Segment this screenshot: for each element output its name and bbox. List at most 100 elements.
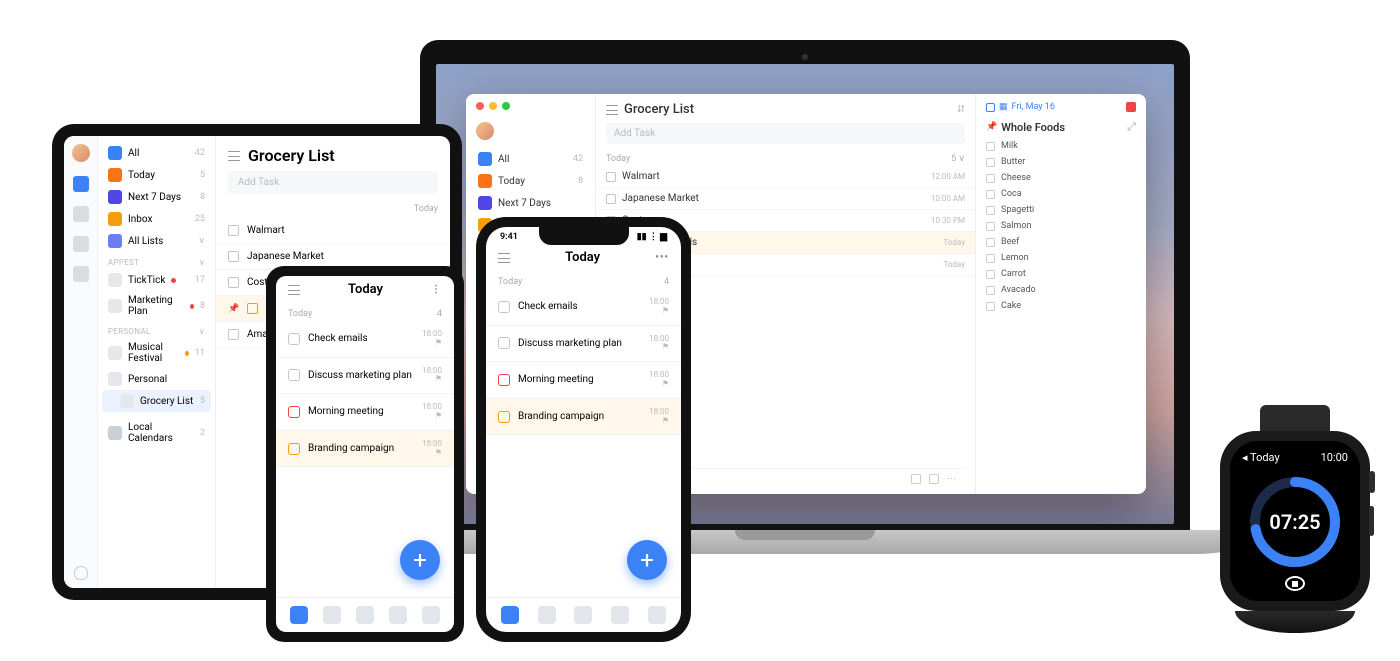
subtask-row[interactable]: Beef bbox=[986, 234, 1136, 250]
stop-button[interactable] bbox=[1285, 576, 1305, 591]
task-row[interactable]: Morning meeting 18:00⚑ bbox=[486, 362, 681, 399]
checkbox[interactable] bbox=[986, 174, 995, 183]
sidebar-item-next-7-days[interactable]: Next 7 Days bbox=[472, 192, 589, 214]
section-header[interactable]: Today 4 bbox=[276, 303, 454, 321]
search-tab-icon[interactable] bbox=[73, 266, 89, 282]
sidebar-item-today[interactable]: Today 5 bbox=[102, 164, 211, 186]
subtask-row[interactable]: Butter bbox=[986, 154, 1136, 170]
task-row[interactable]: Walmart bbox=[216, 218, 450, 244]
checkbox[interactable] bbox=[498, 411, 510, 423]
tab-pomo-icon[interactable] bbox=[356, 606, 374, 624]
checkbox[interactable] bbox=[288, 333, 300, 345]
checkbox[interactable] bbox=[498, 374, 510, 386]
digital-crown[interactable] bbox=[1369, 471, 1375, 493]
avatar[interactable] bbox=[72, 144, 90, 162]
menu-icon[interactable] bbox=[498, 253, 510, 263]
checkbox[interactable] bbox=[986, 286, 995, 295]
task-row[interactable]: Japanese Market 10:00 AM bbox=[596, 188, 975, 210]
add-task-input[interactable]: Add Task bbox=[606, 123, 965, 144]
sidebar-item-all-lists[interactable]: All Lists ∨ bbox=[102, 230, 211, 252]
menu-icon[interactable] bbox=[288, 285, 300, 295]
task-row[interactable]: Morning meeting 18:00⚑ bbox=[276, 394, 454, 431]
sidebar-item-marketing-plan[interactable]: Marketing Plan 8 bbox=[102, 291, 211, 321]
checkbox[interactable] bbox=[986, 222, 995, 231]
checkbox[interactable] bbox=[247, 303, 258, 314]
subtask-row[interactable]: Carrot bbox=[986, 266, 1136, 282]
task-row[interactable]: Check emails 18:00⚑ bbox=[276, 321, 454, 358]
checkbox[interactable] bbox=[228, 277, 239, 288]
task-row[interactable]: Discuss marketing plan 18:00⚑ bbox=[486, 326, 681, 363]
avatar[interactable] bbox=[476, 122, 494, 140]
more-icon[interactable]: ⋯ bbox=[947, 474, 956, 484]
sidebar-item-personal[interactable]: Personal bbox=[102, 368, 211, 390]
tab-habit-icon[interactable] bbox=[611, 606, 629, 624]
tab-pomo-icon[interactable] bbox=[574, 606, 592, 624]
close-icon[interactable] bbox=[476, 102, 484, 110]
subtask-row[interactable]: Milk bbox=[986, 138, 1136, 154]
detail-date[interactable]: ▦ Fri, May 16 bbox=[986, 102, 1136, 112]
checkbox[interactable] bbox=[986, 206, 995, 215]
checkbox[interactable] bbox=[986, 270, 995, 279]
tab-habit-icon[interactable] bbox=[389, 606, 407, 624]
task-row[interactable]: Branding campaign 18:00⚑ bbox=[276, 431, 454, 468]
checkbox[interactable] bbox=[986, 254, 995, 263]
priority-flag-icon[interactable] bbox=[1126, 102, 1136, 112]
sidebar-item-calendars[interactable]: Local Calendars 2 bbox=[102, 418, 211, 448]
checkbox[interactable] bbox=[288, 443, 300, 455]
menu-icon[interactable] bbox=[606, 105, 618, 115]
expand-icon[interactable]: ⤢ bbox=[1127, 120, 1136, 134]
sort-icon[interactable]: ⮃ bbox=[957, 104, 965, 115]
add-task-input[interactable]: Add Task bbox=[228, 171, 438, 194]
tab-calendar-icon[interactable] bbox=[538, 606, 556, 624]
habit-tab-icon[interactable] bbox=[73, 236, 89, 252]
checkbox[interactable] bbox=[606, 194, 616, 204]
minimize-icon[interactable] bbox=[489, 102, 497, 110]
back-button[interactable]: ◂ Today bbox=[1242, 451, 1280, 464]
task-row[interactable]: Walmart 12:00 AM bbox=[596, 166, 975, 188]
checkbox[interactable] bbox=[986, 302, 995, 311]
calendar-tab-icon[interactable] bbox=[73, 206, 89, 222]
sidebar-item-grocery-list[interactable]: Grocery List 5 bbox=[102, 390, 211, 412]
sidebar-item-all[interactable]: All 42 bbox=[472, 148, 589, 170]
subtask-row[interactable]: Cake bbox=[986, 298, 1136, 314]
tasks-tab-icon[interactable] bbox=[73, 176, 89, 192]
subtask-row[interactable]: Salmon bbox=[986, 218, 1136, 234]
more-icon[interactable]: ⋮ bbox=[431, 284, 442, 295]
sidebar-item-inbox[interactable]: Inbox 25 bbox=[102, 208, 211, 230]
subtask-row[interactable]: Coca bbox=[986, 186, 1136, 202]
checkbox[interactable] bbox=[986, 158, 995, 167]
subtask-row[interactable]: Cheese bbox=[986, 170, 1136, 186]
checkbox[interactable] bbox=[288, 369, 300, 381]
tab-tasks-icon[interactable] bbox=[501, 606, 519, 624]
checkbox[interactable] bbox=[606, 172, 616, 182]
tab-settings-icon[interactable] bbox=[422, 606, 440, 624]
sidebar-item-all[interactable]: All 42 bbox=[102, 142, 211, 164]
sidebar-item-musical-festival[interactable]: Musical Festival 11 bbox=[102, 338, 211, 368]
sidebar-item-today[interactable]: Today 8 bbox=[472, 170, 589, 192]
tab-tasks-icon[interactable] bbox=[290, 606, 308, 624]
subtask-row[interactable]: Lemon bbox=[986, 250, 1136, 266]
group-label[interactable]: Personal ∨ bbox=[102, 321, 211, 338]
task-row[interactable]: Branding campaign 18:00⚑ bbox=[486, 399, 681, 436]
sidebar-item-ticktick[interactable]: TickTick 17 bbox=[102, 269, 211, 291]
task-row[interactable]: Discuss marketing plan 18:00⚑ bbox=[276, 358, 454, 395]
group-label[interactable]: APPEST ∨ bbox=[102, 252, 211, 269]
share-icon[interactable] bbox=[929, 474, 939, 484]
subtask-row[interactable]: Avacado bbox=[986, 282, 1136, 298]
checkbox[interactable] bbox=[986, 190, 995, 199]
menu-icon[interactable] bbox=[228, 151, 240, 161]
add-task-fab[interactable]: + bbox=[627, 540, 667, 580]
checkbox[interactable] bbox=[228, 251, 239, 262]
fullscreen-icon[interactable] bbox=[502, 102, 510, 110]
checkbox[interactable] bbox=[498, 301, 510, 313]
checkbox-icon[interactable] bbox=[986, 103, 995, 112]
attach-icon[interactable] bbox=[911, 474, 921, 484]
subtask-row[interactable]: Spagetti bbox=[986, 202, 1136, 218]
side-button[interactable] bbox=[1369, 506, 1374, 536]
checkbox[interactable] bbox=[288, 406, 300, 418]
checkbox[interactable] bbox=[986, 238, 995, 247]
sidebar-item-next-7-days[interactable]: Next 7 Days 8 bbox=[102, 186, 211, 208]
checkbox[interactable] bbox=[228, 329, 239, 340]
notifications-icon[interactable] bbox=[74, 566, 88, 580]
checkbox[interactable] bbox=[498, 337, 510, 349]
